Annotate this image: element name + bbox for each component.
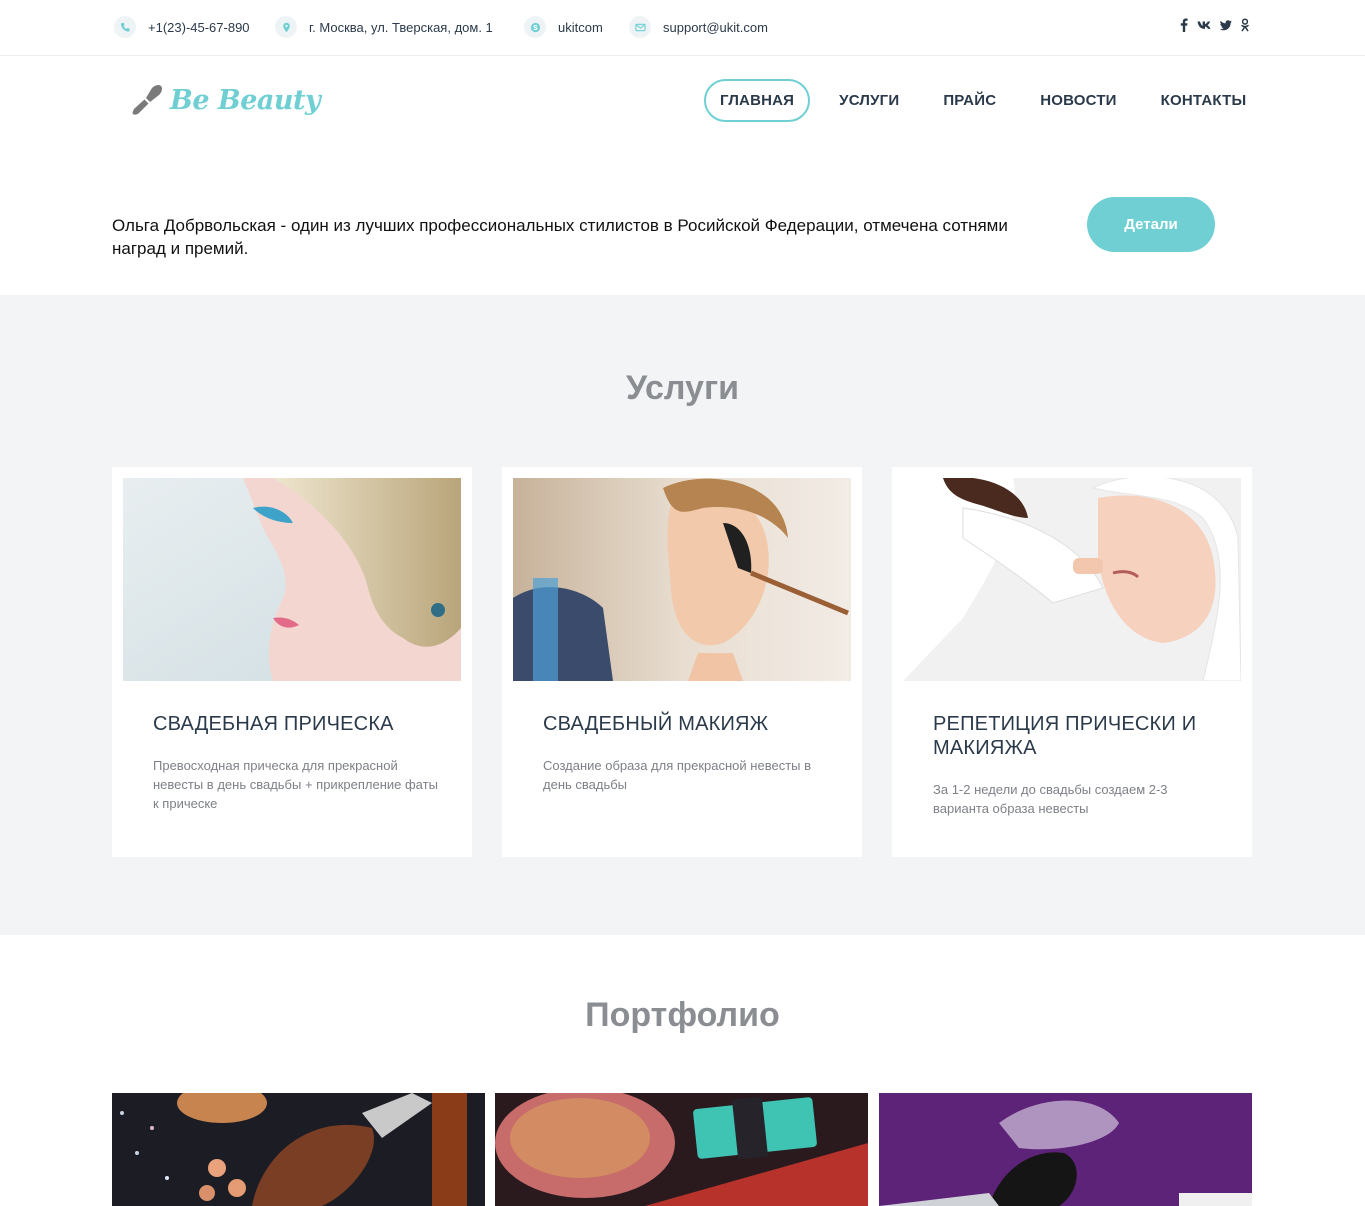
contact-email[interactable]: support@ukit.com [629,16,768,38]
phone-icon [114,16,136,38]
facebook-icon[interactable] [1178,18,1190,34]
nav-item-contacts[interactable]: КОНТАКТЫ [1146,79,1262,122]
service-card-title: СВАДЕБНАЯ ПРИЧЕСКА [153,713,394,735]
service-image-hairstyle [123,478,461,681]
skype-text: ukitcom [558,19,603,35]
portfolio-item[interactable] [112,1093,485,1206]
mail-icon [629,16,651,38]
service-image-makeup [513,478,851,681]
services-section: Услуги СВАДЕБНАЯ ПРИЧЕСКА Превосходная п… [0,295,1365,935]
portfolio-image-brushes [112,1093,485,1206]
email-text: support@ukit.com [663,19,768,35]
address-text: г. Москва, ул. Тверская, дом. 1 [309,19,493,35]
contact-phone[interactable]: +1(23)-45-67-890 [114,16,250,38]
skype-icon: S [524,16,546,38]
contact-address[interactable]: г. Москва, ул. Тверская, дом. 1 [275,16,493,38]
service-card-text: За 1-2 недели до свадьбы создаем 2-3 вар… [933,782,1168,816]
portfolio-image-powder-brush [879,1093,1252,1206]
services-title: Услуги [625,369,740,407]
brush-icon [132,84,163,115]
twitter-icon[interactable] [1219,18,1232,34]
svg-text:S: S [533,23,538,31]
logo-text: Be Beauty [170,84,321,116]
portfolio-title: Портфолио [585,996,780,1034]
service-card[interactable]: РЕПЕТИЦИЯ ПРИЧЕСКИ И МАКИЯЖА За 1-2 неде… [892,467,1252,857]
contact-skype[interactable]: S ukitcom [524,16,603,38]
service-card-title: РЕПЕТИЦИЯ ПРИЧЕСКИ И МАКИЯЖА [933,713,1197,759]
main-nav: ГЛАВНАЯ УСЛУГИ ПРАЙС НОВОСТИ КОНТАКТЫ [704,79,1261,122]
portfolio-image-palette [495,1093,868,1206]
service-image-rehearsal [903,478,1241,681]
social-links [1178,18,1251,34]
map-pin-icon [275,16,297,38]
vk-icon[interactable] [1197,18,1213,34]
portfolio-item[interactable] [879,1093,1252,1206]
odnoklassniki-icon[interactable] [1239,18,1251,34]
service-card-text: Создание образа для прекрасной невесты в… [543,758,812,792]
site-logo[interactable]: Be Beauty [130,82,321,118]
service-card-text: Превосходная прическа для прекрасной нев… [153,758,438,811]
portfolio-item[interactable] [495,1093,868,1206]
nav-item-services[interactable]: УСЛУГИ [824,79,914,122]
service-card[interactable]: СВАДЕБНЫЙ МАКИЯЖ Создание образа для пре… [502,467,862,857]
nav-item-news[interactable]: НОВОСТИ [1025,79,1131,122]
service-card[interactable]: СВАДЕБНАЯ ПРИЧЕСКА Превосходная прическа… [112,467,472,857]
top-contact-bar: +1(23)-45-67-890 г. Москва, ул. Тверская… [0,0,1365,56]
phone-text: +1(23)-45-67-890 [148,19,250,35]
service-card-title: СВАДЕБНЫЙ МАКИЯЖ [543,713,769,735]
intro-text: Ольга Добрвольская - один из лучших проф… [112,216,1008,258]
details-button[interactable]: Детали [1087,197,1215,252]
nav-item-prices[interactable]: ПРАЙС [928,79,1011,122]
nav-item-home[interactable]: ГЛАВНАЯ [704,79,811,122]
